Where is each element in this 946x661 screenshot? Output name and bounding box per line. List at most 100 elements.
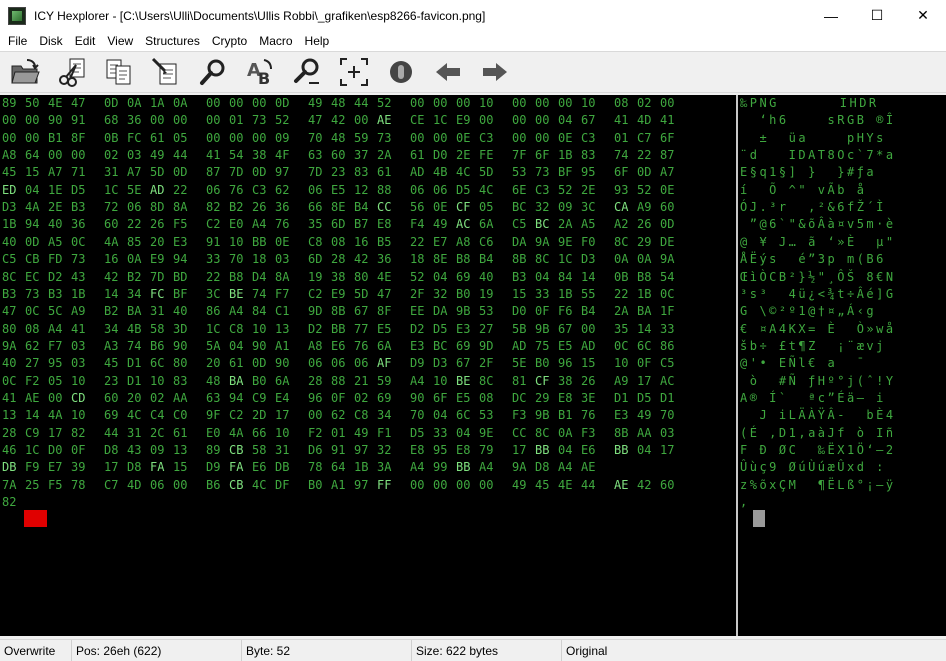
hex-byte[interactable]: 29	[637, 234, 660, 251]
ascii-row[interactable]: ÓJ.³r ‚²&6fŽ´Ì	[740, 199, 886, 216]
hex-byte[interactable]: 16	[354, 234, 377, 251]
hex-byte[interactable]: 76	[581, 407, 604, 424]
hex-byte[interactable]: 00	[479, 112, 502, 129]
hex-byte[interactable]: 8F	[71, 130, 94, 147]
hex-byte[interactable]: E0	[206, 425, 229, 442]
hex-byte[interactable]: 40	[48, 216, 71, 233]
hex-byte[interactable]: 10	[275, 425, 298, 442]
hex-byte[interactable]: 01	[331, 425, 354, 442]
hex-byte[interactable]: BA	[637, 303, 660, 320]
hex-byte[interactable]: C5	[2, 251, 25, 268]
hex-byte[interactable]: 44	[354, 95, 377, 112]
hex-byte[interactable]: 44	[173, 147, 196, 164]
menu-structures[interactable]: Structures	[139, 31, 206, 51]
hex-byte[interactable]: 39	[71, 459, 94, 476]
hex-byte[interactable]: 26	[637, 216, 660, 233]
menu-edit[interactable]: Edit	[69, 31, 102, 51]
hex-byte[interactable]: E3	[410, 338, 433, 355]
hex-byte[interactable]: 36	[377, 251, 400, 268]
hex-byte[interactable]: 45	[104, 355, 127, 372]
hex-byte[interactable]: 45	[535, 477, 558, 494]
hex-row[interactable]: 00 00 B1 8F 0B FC 61 05 00 00 00 09 70 48 59 73 00 00 0E C3…	[2, 130, 683, 147]
hex-byte[interactable]: 1F	[660, 303, 683, 320]
hex-byte[interactable]: DE	[660, 234, 683, 251]
hex-byte[interactable]: 0A	[127, 251, 150, 268]
hex-byte[interactable]: F5	[48, 477, 71, 494]
hex-byte[interactable]: 34	[377, 407, 400, 424]
hex-byte[interactable]: 0E	[456, 130, 479, 147]
hex-byte[interactable]: 00	[535, 112, 558, 129]
hex-row[interactable]: 45 15 A7 71 31 A7 5D 0D 87 7D 0D 97 7D 23 83 61 AD 4B 4C 5D…	[2, 164, 683, 181]
hex-byte[interactable]: 6F	[433, 390, 456, 407]
hex-byte[interactable]: BB	[456, 459, 479, 476]
hex-byte[interactable]: B3	[2, 286, 25, 303]
hex-byte[interactable]: 40	[2, 355, 25, 372]
hex-byte[interactable]: 44	[104, 425, 127, 442]
ascii-row[interactable]: E§q1§] } }#ƒa­	[740, 164, 876, 181]
hex-byte[interactable]: 00	[479, 477, 502, 494]
hex-byte[interactable]: 8C	[614, 234, 637, 251]
hex-byte[interactable]: 5D	[150, 164, 173, 181]
hex-byte[interactable]: 5C	[48, 303, 71, 320]
hex-row[interactable]: 47 0C 5C A9 B2 BA 31 40 86 A4 84 C1 9D 8B 67 8F EE DA 9B 53…	[2, 303, 683, 320]
hex-row[interactable]: C5 CB FD 73 16 0A E9 94 33 70 18 03 6D 28 42 36 18 8E B8 B4…	[2, 251, 683, 268]
hex-byte[interactable]: 04	[229, 338, 252, 355]
hex-byte[interactable]: D1	[127, 373, 150, 390]
hex-byte[interactable]: 94	[173, 251, 196, 268]
hex-byte[interactable]: 73	[71, 251, 94, 268]
hex-byte[interactable]: BB	[331, 321, 354, 338]
hex-byte[interactable]: AD	[150, 182, 173, 199]
menu-help[interactable]: Help	[299, 31, 336, 51]
hex-byte[interactable]: 61	[173, 425, 196, 442]
hex-byte[interactable]: D1	[660, 390, 683, 407]
hex-byte[interactable]: 12	[354, 182, 377, 199]
hex-byte[interactable]: 00	[206, 95, 229, 112]
hex-byte[interactable]: 61	[150, 130, 173, 147]
hex-byte[interactable]: 0A	[614, 251, 637, 268]
hex-byte[interactable]: 06	[354, 355, 377, 372]
hex-byte[interactable]: 47	[71, 95, 94, 112]
hex-byte[interactable]: 42	[331, 112, 354, 129]
hex-byte[interactable]: E6	[252, 459, 275, 476]
hex-byte[interactable]: 40	[2, 234, 25, 251]
hex-byte[interactable]: FC	[150, 286, 173, 303]
hex-byte[interactable]: 78	[308, 459, 331, 476]
hex-byte[interactable]: 96	[558, 355, 581, 372]
hex-byte[interactable]: 10	[614, 355, 637, 372]
hex-byte[interactable]: 0D	[173, 164, 196, 181]
hex-byte[interactable]: 77	[354, 321, 377, 338]
hex-byte[interactable]: E0	[229, 216, 252, 233]
hex-row[interactable]: 28 C9 17 82 44 31 2C 61 E0 4A 66 10 F2 01 49 F1 D5 33 04 9E…	[2, 425, 683, 442]
hex-byte[interactable]: 67	[581, 112, 604, 129]
hex-byte[interactable]: E7	[433, 234, 456, 251]
hex-byte[interactable]: 78	[71, 477, 94, 494]
hex-byte[interactable]: 9E	[558, 234, 581, 251]
ascii-row[interactable]: ‰PNG  IHDR	[740, 95, 879, 112]
hex-byte[interactable]: CB	[25, 251, 48, 268]
hex-byte[interactable]: 66	[308, 199, 331, 216]
hex-byte[interactable]: A7	[127, 164, 150, 181]
ascii-row[interactable]: @ ¥ J… ã ‘»È µ"	[740, 234, 896, 251]
hex-byte[interactable]: F9	[25, 459, 48, 476]
menu-disk[interactable]: Disk	[33, 31, 68, 51]
hex-byte[interactable]: DC	[512, 390, 535, 407]
hex-byte[interactable]: 83	[173, 373, 196, 390]
hex-byte[interactable]: 36	[275, 199, 298, 216]
hex-byte[interactable]: 00	[206, 130, 229, 147]
hex-byte[interactable]: AE	[25, 390, 48, 407]
ascii-row[interactable]: ”@6`"&õÂà¤v5m·è	[740, 216, 896, 233]
hex-byte[interactable]: BE	[456, 373, 479, 390]
hex-byte[interactable]: 81	[512, 373, 535, 390]
hex-byte[interactable]: 82	[206, 199, 229, 216]
hex-byte[interactable]: 26	[252, 199, 275, 216]
hex-byte[interactable]: A9	[637, 199, 660, 216]
hex-byte[interactable]: 93	[614, 182, 637, 199]
hex-byte[interactable]: E5	[456, 390, 479, 407]
hex-byte[interactable]: 72	[104, 199, 127, 216]
hex-byte[interactable]: AD	[581, 338, 604, 355]
hex-byte[interactable]: 6F	[535, 147, 558, 164]
hex-row[interactable]: 13 14 4A 10 69 4C C4 C0 9F C2 2D 17 00 62 C8 34 70 04 6C 53…	[2, 407, 683, 424]
hex-byte[interactable]: 05	[173, 130, 196, 147]
hex-byte[interactable]: A4	[558, 459, 581, 476]
hex-byte[interactable]: 3C	[581, 199, 604, 216]
